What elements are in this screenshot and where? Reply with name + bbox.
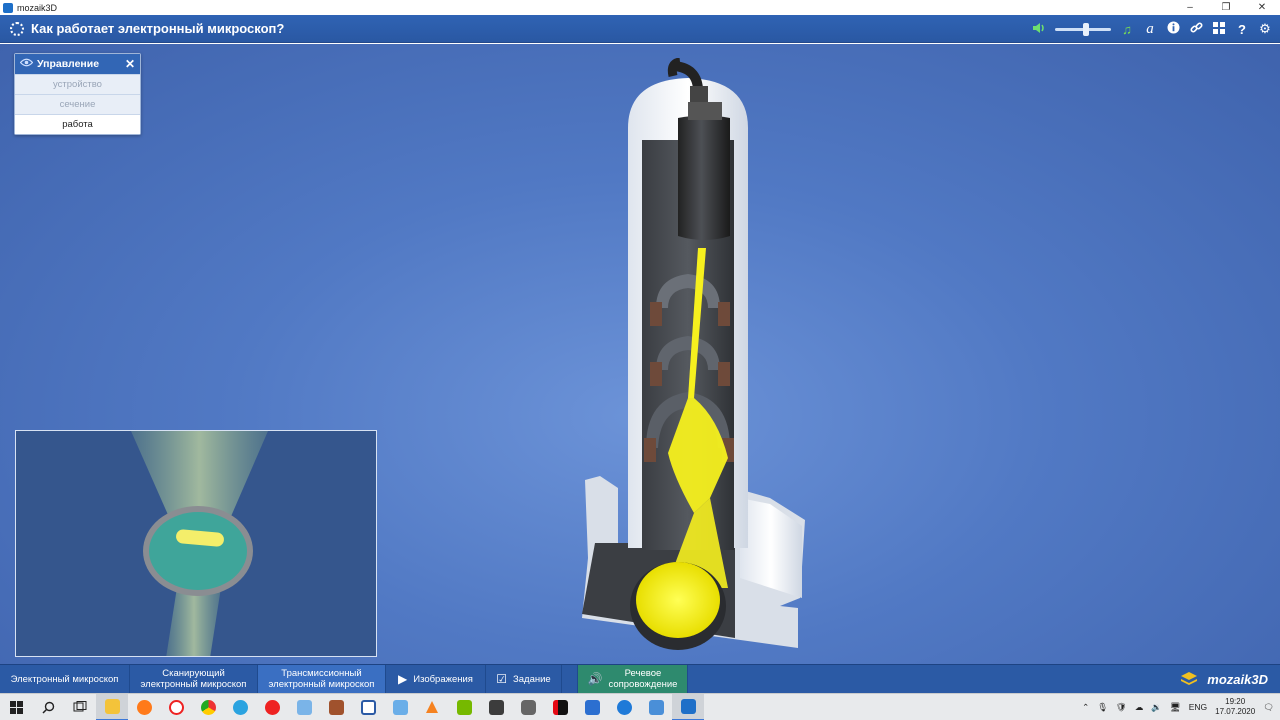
app-header: Как работает электронный микроскоп? ♫ a … [0, 15, 1280, 43]
tab-speech[interactable]: 🔊 Речевое сопровождение [578, 665, 688, 693]
telegram-icon[interactable] [224, 694, 256, 720]
volume-slider-knob[interactable] [1082, 22, 1089, 36]
control-panel: Управление ✕ устройство сечение работа [14, 53, 141, 135]
shield-icon[interactable]: 🛡 [1116, 702, 1127, 713]
microphone-icon[interactable]: 🎙 [1097, 702, 1108, 713]
taskbar-clock[interactable]: 19:20 17.07.2020 [1215, 697, 1255, 717]
volume-slider[interactable] [1055, 22, 1111, 36]
tab-label: электронный микроскоп [140, 679, 247, 690]
info-icon[interactable] [1166, 21, 1180, 37]
settings-app-icon[interactable] [640, 694, 672, 720]
chevron-up-icon[interactable]: ⌃ [1082, 702, 1089, 713]
search-icon[interactable] [32, 694, 64, 720]
page-title: Как работает электронный микроскоп? [31, 21, 285, 36]
specimen-holder-illustration [16, 431, 376, 656]
restore-button[interactable]: ❐ [1208, 0, 1244, 15]
control-panel-header: Управление ✕ [15, 54, 140, 74]
notes-icon[interactable] [384, 694, 416, 720]
window-title: mozaik3D [17, 2, 58, 13]
brand-logo: mozaik3D [1181, 665, 1280, 693]
notifications-icon[interactable]: 🗨 [1263, 702, 1274, 713]
nvidia-icon[interactable] [448, 694, 480, 720]
camera-icon[interactable] [512, 694, 544, 720]
paint-icon[interactable] [288, 694, 320, 720]
netflix-icon[interactable] [544, 694, 576, 720]
control-panel-title: Управление [37, 58, 100, 70]
tab-label: электронный микроскоп [268, 679, 375, 690]
tab-label: Трансмиссионный [281, 668, 362, 679]
speaker-waves-icon: 🔊 [587, 671, 603, 686]
minimize-button[interactable]: – [1172, 0, 1208, 15]
tab-label: Изображения [413, 673, 473, 685]
app-icon [3, 2, 13, 13]
control-item-device[interactable]: устройство [15, 74, 140, 94]
clock-time: 19:20 [1225, 697, 1246, 706]
text-editor-icon[interactable] [352, 694, 384, 720]
m-app-icon[interactable] [576, 694, 608, 720]
play-icon: ▶ [398, 671, 408, 686]
cloud-icon[interactable]: ☁ [1135, 702, 1144, 713]
os-taskbar: ⌃ 🎙 🛡 ☁ 🔉 🖥 ENG 19:20 17.07.2020 🗨 [0, 693, 1280, 720]
tab-transmission-microscope[interactable]: Трансмиссионный электронный микроскоп [258, 665, 386, 693]
inset-detail-view [15, 430, 377, 657]
archive-icon[interactable] [320, 694, 352, 720]
window-controls: – ❐ ✕ [1172, 0, 1280, 15]
tab-label: Задание [513, 673, 551, 685]
system-tray: ⌃ 🎙 🛡 ☁ 🔉 🖥 ENG 19:20 17.07.2020 🗨 [1082, 697, 1280, 717]
tab-task[interactable]: ☑ Задание [486, 665, 562, 693]
tab-electron-microscope[interactable]: Электронный микроскоп [0, 665, 130, 693]
windows-start-icon[interactable] [0, 694, 32, 720]
tab-label: Речевое [624, 668, 662, 679]
link-icon[interactable] [1189, 21, 1203, 37]
game-icon[interactable] [480, 694, 512, 720]
eye-icon[interactable] [15, 58, 37, 70]
grid-icon[interactable] [1212, 21, 1226, 37]
window-titlebar: mozaik3D – ❐ ✕ [0, 0, 1280, 15]
edge-icon[interactable] [608, 694, 640, 720]
bottom-tabbar: Электронный микроскоп Сканирующий электр… [0, 664, 1280, 693]
tab-scanning-microscope[interactable]: Сканирующий электронный микроскоп [130, 665, 258, 693]
help-icon[interactable]: ? [1235, 22, 1249, 37]
tab-images[interactable]: ▶ Изображения [386, 665, 486, 693]
mozaik-app-icon[interactable] [672, 693, 704, 720]
music-icon[interactable]: ♫ [1120, 22, 1134, 37]
close-window-button[interactable]: ✕ [1244, 0, 1280, 15]
loading-spinner-icon [10, 21, 24, 36]
firefox-icon[interactable] [128, 694, 160, 720]
tab-label: Электронный микроскоп [10, 673, 119, 685]
speech-label-wrap: Речевое сопровождение [608, 668, 677, 690]
settings-icon[interactable]: ⚙ [1258, 21, 1272, 37]
yandex-icon[interactable] [256, 694, 288, 720]
speaker-icon[interactable] [1032, 22, 1046, 37]
layers-icon [1181, 672, 1198, 685]
tab-label: сопровождение [608, 679, 678, 690]
vlc-icon[interactable] [416, 694, 448, 720]
3d-stage[interactable]: Управление ✕ устройство сечение работа [0, 44, 1280, 664]
clock-date: 17.07.2020 [1215, 707, 1256, 716]
header-toolbar: ♫ a ? ⚙ [1032, 15, 1272, 43]
file-explorer-icon[interactable] [96, 693, 128, 720]
yandex-browser-icon[interactable] [160, 694, 192, 720]
checklist-icon: ☑ [496, 671, 508, 686]
network-icon[interactable]: 🖥 [1170, 702, 1181, 713]
task-view-icon[interactable] [64, 694, 96, 720]
chrome-icon[interactable] [192, 694, 224, 720]
tab-label: Сканирующий [162, 668, 225, 679]
close-icon[interactable]: ✕ [125, 57, 135, 71]
tab-spacer [562, 665, 578, 693]
control-item-operation[interactable]: работа [15, 114, 140, 134]
microscope-model [582, 58, 805, 650]
font-icon[interactable]: a [1143, 21, 1157, 38]
volume-tray-icon[interactable]: 🔉 [1151, 702, 1162, 713]
control-item-section[interactable]: сечение [15, 94, 140, 114]
brand-name: mozaik3D [1207, 671, 1268, 687]
keyboard-language[interactable]: ENG [1189, 702, 1207, 712]
